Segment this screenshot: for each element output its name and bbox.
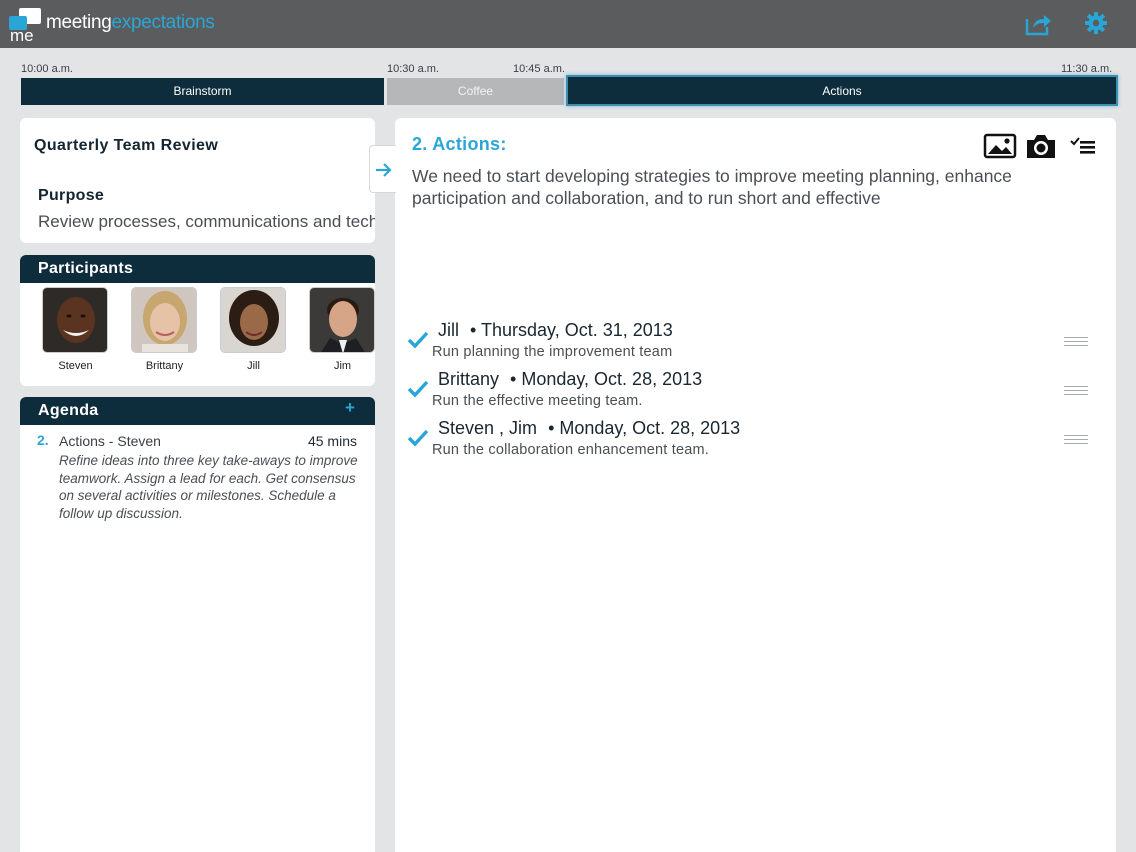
- action-item-task: Run the effective meeting team.: [432, 393, 643, 409]
- timeline-label-actions: 10:45 a.m.: [513, 63, 565, 75]
- camera-icon[interactable]: [1024, 132, 1058, 160]
- avatar-brittany-icon: [132, 288, 196, 352]
- drag-handle-icon[interactable]: [1064, 386, 1088, 396]
- timeline-segment-actions[interactable]: Actions: [566, 75, 1118, 106]
- participant-name: Brittany: [145, 360, 184, 372]
- action-item-assignment: Jill • Thursday, Oct. 31, 2013: [438, 320, 673, 341]
- participant-name: Steven: [58, 360, 93, 372]
- avatar: [309, 287, 375, 353]
- participant-jill[interactable]: Jill: [220, 287, 287, 372]
- section-title: 2. Actions:: [412, 134, 507, 154]
- checklist-icon[interactable]: [1068, 132, 1102, 160]
- agenda-item-number: 2.: [37, 432, 49, 448]
- action-detail-panel: [395, 118, 1116, 852]
- agenda-item-title: Actions - Steven: [59, 433, 161, 449]
- timeline-segment-coffee[interactable]: Coffee: [387, 78, 564, 105]
- action-item-date: • Monday, Oct. 28, 2013: [548, 418, 741, 438]
- action-item-date: • Monday, Oct. 28, 2013: [510, 369, 703, 389]
- logo-word-expectations: expectations: [111, 12, 215, 33]
- meeting-title: Quarterly Team Review: [34, 137, 219, 154]
- purpose-heading: Purpose: [38, 187, 105, 204]
- participant-name: Jim: [333, 360, 352, 372]
- timeline-label-start: 10:00 a.m.: [21, 63, 73, 75]
- action-item-assignment: Steven , Jim • Monday, Oct. 28, 2013: [438, 418, 740, 439]
- agenda-heading: Agenda: [20, 397, 375, 425]
- section-description: We need to start developing strategies t…: [412, 166, 1012, 208]
- drag-handle-icon[interactable]: [1064, 435, 1088, 445]
- avatar: [42, 287, 108, 353]
- avatar-steven-icon: [43, 288, 107, 352]
- arrow-right-icon: [376, 163, 392, 177]
- purpose-text: Review processes, communications and tec…: [38, 212, 375, 231]
- action-item-assignment: Brittany • Monday, Oct. 28, 2013: [438, 369, 702, 390]
- timeline-label-coffee: 10:30 a.m.: [387, 63, 439, 75]
- image-icon[interactable]: [983, 132, 1017, 160]
- participants-heading: Participants: [20, 255, 375, 283]
- logo-icon: me: [9, 8, 41, 42]
- participant-steven[interactable]: Steven: [42, 287, 109, 372]
- gear-icon[interactable]: [1084, 11, 1108, 35]
- action-item-date: • Thursday, Oct. 31, 2013: [470, 320, 673, 340]
- timeline-label-end: 11:30 a.m.: [1061, 63, 1113, 75]
- participant-name: Jill: [247, 360, 260, 372]
- checkmark-icon[interactable]: [407, 378, 429, 400]
- timeline-segment-brainstorm[interactable]: Brainstorm: [21, 78, 384, 105]
- avatar: [131, 287, 197, 353]
- action-item-task: Run the collaboration enhancement team.: [432, 442, 710, 458]
- share-icon[interactable]: [1024, 10, 1052, 38]
- agenda-item-duration: 45 mins: [307, 433, 357, 449]
- collapse-sidebar-button[interactable]: [369, 145, 396, 193]
- top-bar: me meetingexpectations: [0, 0, 1136, 48]
- drag-handle-icon[interactable]: [1064, 337, 1088, 347]
- checkmark-icon[interactable]: [407, 427, 429, 449]
- add-agenda-item-button[interactable]: +: [340, 398, 360, 422]
- action-item-owner: Jill: [438, 320, 459, 340]
- avatar-jim-icon: [310, 288, 374, 352]
- avatar-jill-icon: [221, 288, 285, 352]
- logo-word-meeting: meeting: [46, 12, 112, 33]
- logo-wordmark: meetingexpectations: [46, 12, 215, 34]
- action-item-task: Run planning the improvement team: [432, 344, 673, 360]
- participant-brittany[interactable]: Brittany: [131, 287, 198, 372]
- checkmark-icon[interactable]: [407, 329, 429, 351]
- svg-text:me: me: [10, 26, 34, 42]
- avatar: [220, 287, 286, 353]
- participant-jim[interactable]: Jim: [309, 287, 376, 372]
- action-item-owner: Steven , Jim: [438, 418, 538, 438]
- action-item-owner: Brittany: [438, 369, 500, 389]
- agenda-item-description: Refine ideas into three key take-aways t…: [59, 453, 358, 521]
